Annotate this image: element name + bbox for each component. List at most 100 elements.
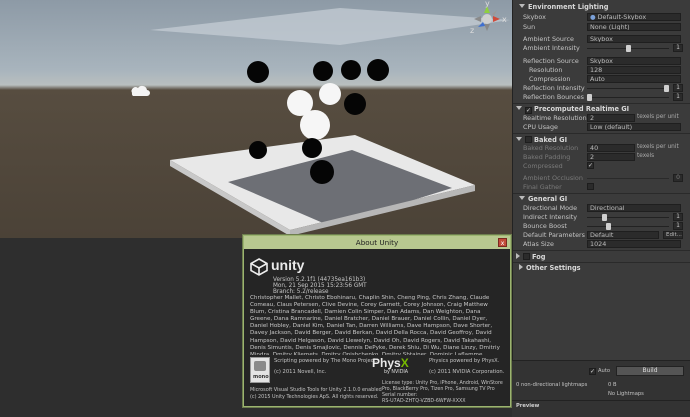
reflection-bounces-value[interactable]: 1	[673, 93, 683, 101]
baked-padding-field[interactable]: 2	[587, 153, 635, 161]
sphere-black-3[interactable]	[341, 60, 361, 80]
reflection-intensity-value[interactable]: 1	[673, 84, 683, 92]
material-icon: ●	[590, 13, 598, 21]
credits-scroll[interactable]: Christopher Mallet, Christo Ebohinaru, C…	[250, 295, 504, 355]
mono-logo-text: mono	[253, 374, 269, 380]
directional-mode-label: Directional Mode	[523, 204, 578, 212]
slider-knob[interactable]	[606, 223, 612, 230]
sphere-white-3[interactable]	[300, 110, 330, 140]
cloud-icon[interactable]	[131, 85, 150, 96]
section-divider	[513, 262, 690, 263]
ambient-occlusion-slider[interactable]	[587, 178, 669, 179]
baked-padding-label: Baked Padding	[523, 153, 571, 161]
realtime-resolution-field[interactable]: 2	[587, 114, 635, 122]
skybox-field[interactable]: ● Default-Skybox	[587, 13, 681, 21]
slider-knob[interactable]	[602, 214, 608, 221]
foldout-open-icon	[516, 106, 522, 110]
fog-header[interactable]: Fog	[516, 252, 546, 261]
indirect-intensity-row: Indirect Intensity 1	[523, 213, 683, 222]
atlas-size-dropdown[interactable]: 1024	[587, 240, 681, 248]
section-divider	[513, 193, 690, 194]
compressed-checkbox[interactable]: ✓	[587, 162, 594, 169]
scene-gizmo[interactable]: y x z	[470, 0, 507, 35]
reflection-source-row: Reflection Source Skybox	[523, 57, 683, 66]
physx-word: Phys	[372, 356, 401, 370]
sun-field[interactable]: None (Light)	[587, 23, 681, 31]
other-settings-header[interactable]: Other Settings	[519, 264, 581, 272]
ambient-intensity-slider[interactable]	[587, 45, 669, 52]
fog-checkbox[interactable]	[523, 253, 530, 260]
realtime-resolution-label: Realtime Resolution	[523, 114, 587, 122]
sphere-black-2[interactable]	[313, 61, 333, 81]
sun-row: Sun None (Light)	[523, 23, 683, 32]
skybox-value: Default-Skybox	[597, 13, 647, 21]
preview-divider	[512, 400, 690, 401]
scene-view[interactable]: y x z	[0, 0, 512, 238]
lightmaps-size: 0 B	[608, 382, 617, 388]
general-gi-header[interactable]: General GI	[519, 195, 567, 203]
ambient-source-dropdown[interactable]: Skybox	[587, 35, 681, 43]
cpu-usage-dropdown[interactable]: Low (default)	[587, 123, 681, 131]
close-button[interactable]: x	[498, 238, 507, 247]
precomputed-gi-checkbox[interactable]: ✓	[525, 107, 532, 114]
lightmaps-count: 0 non-directional lightmaps	[516, 382, 588, 388]
foldout-closed-icon	[516, 253, 520, 259]
nvidia-text: by NVIDIA	[384, 370, 409, 375]
sphere-black-1[interactable]	[247, 61, 269, 83]
default-parameters-dropdown[interactable]: Default	[587, 231, 659, 239]
reflection-intensity-slider[interactable]	[587, 85, 669, 92]
ambient-intensity-value[interactable]: 1	[673, 44, 683, 52]
dialog-title-bar[interactable]: About Unity	[244, 236, 510, 249]
baked-resolution-row: Baked Resolution 40 texels per unit	[523, 144, 683, 153]
mono-credit: Scripting powered by The Mono Project.	[274, 358, 378, 364]
indirect-intensity-slider[interactable]	[587, 214, 669, 221]
baked-gi-header[interactable]: Baked GI	[516, 135, 567, 144]
sphere-black-7[interactable]	[302, 138, 322, 158]
sphere-black-6[interactable]	[249, 141, 267, 159]
environment-lighting-title: Environment Lighting	[528, 3, 609, 11]
sphere-white-2[interactable]	[319, 83, 341, 105]
final-gather-checkbox[interactable]	[587, 183, 594, 190]
sphere-black-8[interactable]	[310, 160, 334, 184]
section-divider	[513, 250, 690, 251]
bounce-boost-value[interactable]: 1	[673, 222, 683, 230]
scene-canvas: y x z	[131, 0, 510, 236]
bounce-boost-slider[interactable]	[587, 223, 669, 230]
edit-parameters-button[interactable]: Edit...	[663, 231, 683, 239]
compressed-row: Compressed ✓	[523, 162, 683, 171]
preview-header[interactable]: Preview	[516, 403, 539, 409]
reflection-bounces-slider[interactable]	[587, 94, 669, 101]
directional-mode-dropdown[interactable]: Directional	[587, 204, 681, 212]
compression-dropdown[interactable]: Auto	[587, 75, 681, 83]
bounce-boost-row: Bounce Boost 1	[523, 222, 683, 231]
skybox-row: Skybox ● Default-Skybox	[523, 13, 683, 22]
gizmo-z-label: z	[470, 26, 474, 35]
fog-title: Fog	[532, 253, 546, 261]
foldout-open-icon	[519, 196, 525, 200]
baked-gi-checkbox[interactable]	[525, 136, 532, 143]
mono-logo-icon: mono	[250, 357, 270, 383]
sun-label: Sun	[523, 23, 536, 31]
environment-lighting-header[interactable]: Environment Lighting	[519, 3, 608, 11]
bake-panel: ✓ Auto Build 0 non-directional lightmaps…	[512, 360, 690, 417]
reflection-source-dropdown[interactable]: Skybox	[587, 57, 681, 65]
auto-checkbox[interactable]: ✓	[589, 368, 596, 375]
resolution-dropdown[interactable]: 128	[587, 66, 681, 74]
sphere-black-5[interactable]	[344, 93, 366, 115]
realtime-resolution-unit: texels per unit	[637, 114, 679, 120]
copyright-text: (c) 2015 Unity Technologies ApS. All rig…	[250, 394, 379, 400]
slider-knob[interactable]	[587, 94, 592, 101]
ambient-occlusion-value[interactable]: 0	[673, 174, 683, 182]
indirect-intensity-value[interactable]: 1	[673, 213, 683, 221]
ambient-occlusion-row: Ambient Occlusion 0	[523, 174, 683, 183]
foldout-open-icon	[516, 137, 522, 141]
sphere-black-4[interactable]	[367, 59, 389, 81]
ambient-intensity-row: Ambient Intensity 1	[523, 44, 683, 53]
dialog-title: About Unity	[355, 238, 399, 247]
slider-knob[interactable]	[664, 85, 669, 92]
slider-knob[interactable]	[625, 45, 631, 52]
baked-resolution-field[interactable]: 40	[587, 144, 635, 152]
precomputed-gi-header[interactable]: ✓ Precomputed Realtime GI	[516, 105, 629, 114]
build-button[interactable]: Build	[616, 366, 684, 376]
ambient-intensity-label: Ambient Intensity	[523, 44, 580, 52]
